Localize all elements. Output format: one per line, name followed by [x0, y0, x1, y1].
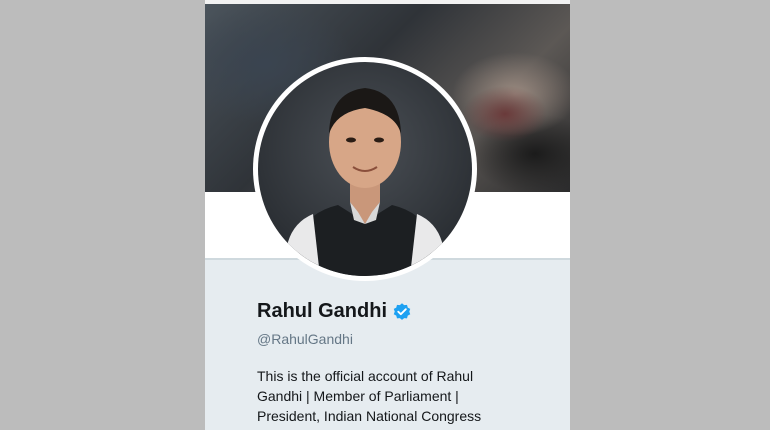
- bio-line: President, Indian National Congress: [257, 408, 482, 424]
- profile-name[interactable]: Rahul Gandhi: [257, 300, 387, 323]
- profile-card: Rahul Gandhi @RahulGandhi This is the of…: [205, 0, 570, 430]
- avatar-photo: [258, 62, 472, 276]
- profile-bio: This is the official account of Rahul Ga…: [257, 366, 557, 426]
- name-row: Rahul Gandhi: [257, 300, 412, 323]
- bio-line: This is the official account of Rahul: [257, 368, 474, 384]
- profile-handle[interactable]: @RahulGandhi: [257, 331, 353, 347]
- verified-badge-icon: [393, 302, 411, 320]
- profile-avatar[interactable]: [253, 57, 477, 281]
- bio-line: Gandhi | Member of Parliament |: [257, 388, 459, 404]
